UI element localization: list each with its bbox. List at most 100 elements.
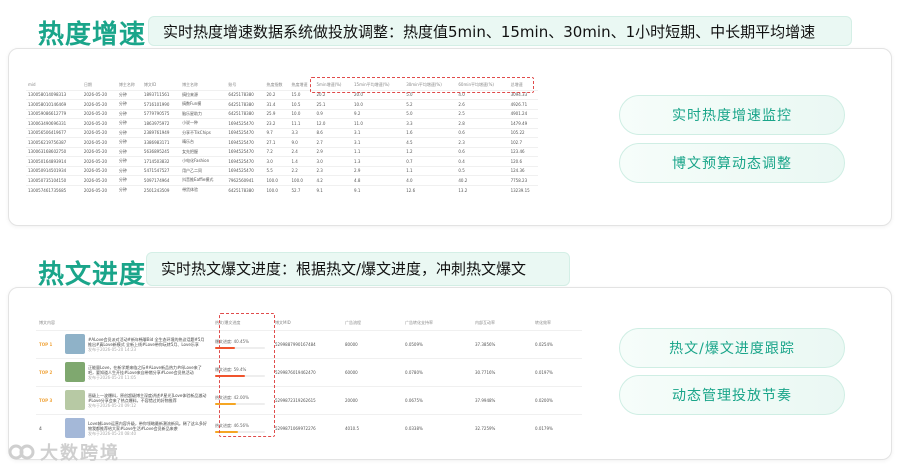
cell-efficiency: 0.0197% (532, 357, 582, 386)
table-row[interactable]: TOP 2 正能量Love，在新学期来临之际#ALove新品热力#吗Love来了吧… (36, 357, 582, 386)
table-cell: 10.5 (289, 99, 315, 109)
table-cell: 2026-05-20 (81, 165, 117, 176)
table-cell: 用户乙二同 (180, 165, 227, 176)
table-cell: 2026-05-20 (81, 108, 117, 119)
table-cell: 2026-05-20 (81, 184, 117, 195)
post-thumbnail[interactable] (65, 362, 85, 382)
table-cell: 11.0 (352, 118, 405, 128)
rank-badge: TOP 3 (36, 385, 62, 414)
cell-ad-conv: 0.0509% (402, 329, 472, 358)
pill-progress-track[interactable]: 热文/爆文进度跟踪 (619, 328, 845, 368)
table-row[interactable]: 4 Love城Love运营内容升级，带你领略最新潮流新风。稀了这么多好物我都推荐给… (36, 413, 582, 442)
cell-mid: 5299876019462470 (272, 357, 342, 386)
post-cell[interactable]: Love城Love运营内容升级，带你领略最新潮流新风。稀了这么多好物我都推荐给大… (62, 413, 212, 442)
table-cell: 1714503832 (141, 156, 181, 166)
table-cell: 100.0 (289, 175, 315, 185)
post-meta: 发布于2026-05-20 14:23 (88, 346, 137, 352)
post-thumbnail[interactable] (65, 334, 85, 354)
table-cell: 9.2 (352, 108, 405, 119)
table-cell: 27.1 (264, 137, 290, 147)
cell-efficiency: 0.0179% (532, 413, 582, 442)
table-cell: 1479.49 (508, 118, 538, 128)
cell-ad-flow: 60000 (342, 357, 402, 386)
table-cell: 6425178380 (226, 184, 265, 195)
table-cell: 4901.24 (508, 108, 538, 119)
heat-speed-table: mid 日期 博主名称 博文ID 博主名称 账号 热度指数 热度增速 5min增速(%) 15mi… (26, 80, 538, 195)
table-cell: 130050735104150 (26, 175, 82, 185)
table-cell: 2.4 (289, 146, 315, 157)
table-cell: 分钟 (116, 137, 142, 147)
table-cell: 1863975972 (141, 118, 181, 128)
pill-pace-manage[interactable]: 动态管理投放节奏 (619, 375, 845, 415)
table-cell: 123.46 (508, 146, 538, 157)
post-meta: 发布于2026-05-20 09:12 (88, 402, 137, 408)
table-cell: 5779790575 (141, 108, 181, 119)
speed-columns-highlight (310, 77, 534, 93)
table-cell: 9.0 (289, 137, 315, 147)
post-cell[interactable]: 正能量Love，在新学期来临之际#ALove新品热力#吗Love来了吧，要知道人… (62, 357, 212, 386)
post-thumbnail[interactable] (65, 390, 85, 410)
table-cell: 女先把握 (180, 146, 227, 157)
table-cell: 4926.71 (508, 99, 538, 109)
table-row[interactable]: TOP 1 #ALove会员派对活动#新年畅聊Bid 全生态环境的热议话题#5月推… (36, 329, 582, 358)
cell-ad-conv: 0.0675% (402, 385, 472, 414)
pill-heat-monitor-label: 实时热度增速监控 (672, 108, 792, 124)
post-cell[interactable]: #ALove会员派对活动#新年畅聊Bid 全生态环境的热议话题#5月推出#真Lo… (62, 329, 212, 358)
table-cell: 0.5 (456, 165, 509, 176)
table-row: 130050164893914 2026-05-20 分钟 1714503832 小电化… (26, 156, 538, 166)
table-cell: 2026-05-20 (81, 118, 117, 128)
cell-interact: 32.7259% (472, 413, 532, 442)
table-cell: 2026-05-20 (81, 137, 117, 147)
cell-ad-conv: 0.0338% (402, 413, 472, 442)
table-header: 博主名称 (182, 81, 199, 87)
cell-ad-flow: 80000 (342, 329, 402, 358)
table-cell: 130057461735685 (26, 184, 82, 195)
table-row: 130057461735685 2026-05-20 分钟 2501243509 带货体… (26, 184, 538, 195)
table-cell: 6425178380 (226, 89, 265, 100)
table-cell: 1893711561 (141, 89, 181, 100)
table-cell: 2.5 (456, 108, 509, 119)
table-cell: 分钟 (116, 108, 142, 119)
table-cell: 130063168602750 (26, 146, 82, 157)
post-thumbnail[interactable] (65, 418, 85, 439)
table-cell: 4.5 (404, 137, 457, 147)
table-cell: 2.8 (456, 118, 509, 128)
table-cell: 0.6 (456, 127, 509, 138)
table-cell: 2026-05-20 (81, 127, 117, 138)
table-cell: 分钟 (116, 89, 142, 100)
table-cell: 130056219756387 (26, 137, 82, 147)
table-cell: 7.2 (264, 146, 290, 157)
table-header: 博主名称 (118, 81, 135, 87)
table-cell: 分钟 (116, 165, 142, 176)
post-text: 正能量Love，在新学期来临之际#ALove新品热力#吗Love来了吧，要知道人… (88, 364, 202, 375)
table-cell: 分钟 (116, 156, 142, 166)
table-cell: 130050164893914 (26, 156, 82, 166)
cell-efficiency: 0.0254% (532, 329, 582, 358)
table-header: 日期 (83, 81, 92, 87)
table-header: 账号 (228, 81, 237, 87)
post-meta: 发布于2026-05-20 08:40 (88, 430, 137, 436)
pill-heat-monitor[interactable]: 实时热度增速监控 (619, 95, 845, 135)
table-header: mid (28, 82, 36, 88)
cell-mid: 5299871069972276 (272, 413, 342, 442)
table-row[interactable]: TOP 3 晋级上一波爆料，原创超级博主深度讲述#星光]Love体验新品激动#Lo… (36, 385, 582, 414)
table-cell: 晴乐台 (180, 137, 227, 147)
table-cell: 25.9 (264, 108, 290, 119)
pill-budget-adjust[interactable]: 博文预算动态调整 (619, 143, 845, 183)
pill-budget-adjust-label: 博文预算动态调整 (672, 156, 792, 172)
post-cell[interactable]: 晋级上一波爆料，原创超级博主深度讲述#星光]Love体验新品激动#Love分享会… (62, 385, 212, 414)
table-cell: 5.5 (264, 165, 290, 176)
table-cell: 2026-05-20 (81, 156, 117, 166)
table-cell: 3.1 (352, 137, 405, 147)
table-cell: 3.0 (314, 156, 353, 166)
table-cell: 分钟 (116, 146, 142, 157)
table-header: 转化效率 (535, 319, 551, 325)
table-row: 130063490696331 2026-05-20 分钟 1863975972 小说一… (26, 118, 538, 128)
table-cell: 130058014098313 (26, 89, 82, 100)
table-cell: 11.1 (289, 118, 315, 128)
table-cell: 1.2 (404, 146, 457, 157)
table-cell: 带货体验 (180, 184, 227, 195)
cell-ad-flow: 20000 (342, 385, 402, 414)
post-text: Love城Love运营内容升级，带你领略最新潮流新风。稀了这么多好物我都推荐给大… (88, 420, 207, 431)
table-cell: 分钟 (116, 99, 142, 109)
